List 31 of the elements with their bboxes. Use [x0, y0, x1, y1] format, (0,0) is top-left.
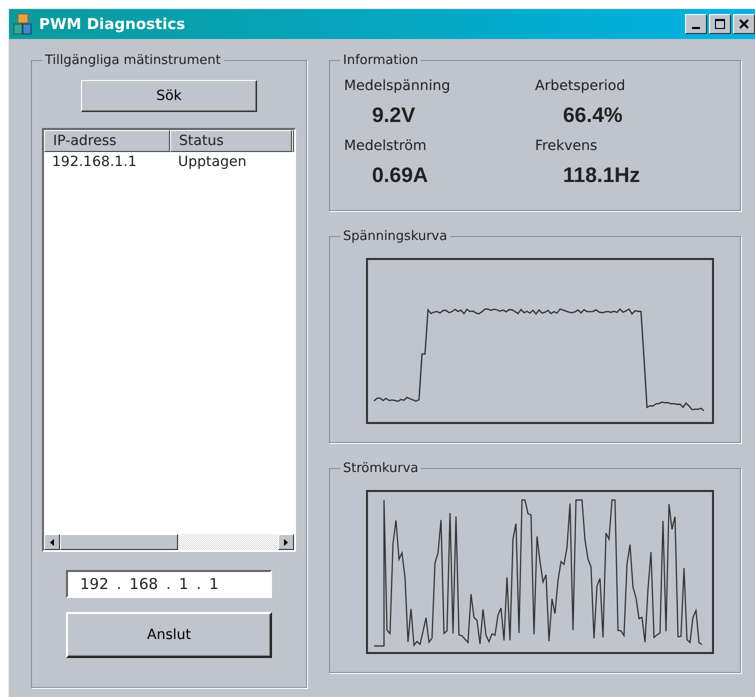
- metric-value: 9.2V: [372, 104, 416, 127]
- group-title: Tillgängliga mätinstrument: [44, 53, 222, 68]
- app-icon: [13, 13, 33, 35]
- group-title: Spänningskurva: [342, 229, 448, 244]
- metric-value: 118.1Hz: [563, 164, 640, 187]
- close-icon: [739, 19, 749, 29]
- metric-label: Medelström: [344, 138, 428, 154]
- minimize-button[interactable]: [685, 14, 707, 34]
- ip-address-field[interactable]: 192 . 168 . 1 . 1: [66, 570, 272, 598]
- metric-label: Frekvens: [535, 138, 598, 154]
- close-button[interactable]: [733, 14, 755, 34]
- maximize-icon: [715, 19, 725, 29]
- connect-button[interactable]: Anslut: [66, 612, 272, 658]
- instrument-list[interactable]: IP-adress Status 192.168.1.1 Upptagen: [42, 128, 296, 552]
- metric-value: 0.69A: [372, 164, 428, 187]
- window-title: PWM Diagnostics: [39, 15, 186, 33]
- minimize-icon: [692, 26, 700, 28]
- search-button[interactable]: Sök: [81, 80, 257, 112]
- column-header[interactable]: Status: [170, 130, 292, 152]
- metric-label: Medelspänning: [344, 78, 452, 94]
- metric-label: Arbetsperiod: [535, 78, 626, 94]
- left-arrow-icon[interactable]: [50, 538, 54, 546]
- table-cell-text: 192.168.1.1: [51, 154, 138, 170]
- maximize-button[interactable]: [709, 14, 731, 34]
- right-arrow-icon[interactable]: [284, 538, 288, 546]
- column-header[interactable]: IP-adress: [44, 130, 170, 152]
- table-cell-text: Upptagen: [177, 154, 248, 170]
- group-title: Strömkurva: [342, 461, 420, 476]
- group-title: Information: [342, 53, 420, 68]
- horizontal-scrollbar[interactable]: [44, 534, 294, 550]
- metric-value: 66.4%: [563, 104, 623, 127]
